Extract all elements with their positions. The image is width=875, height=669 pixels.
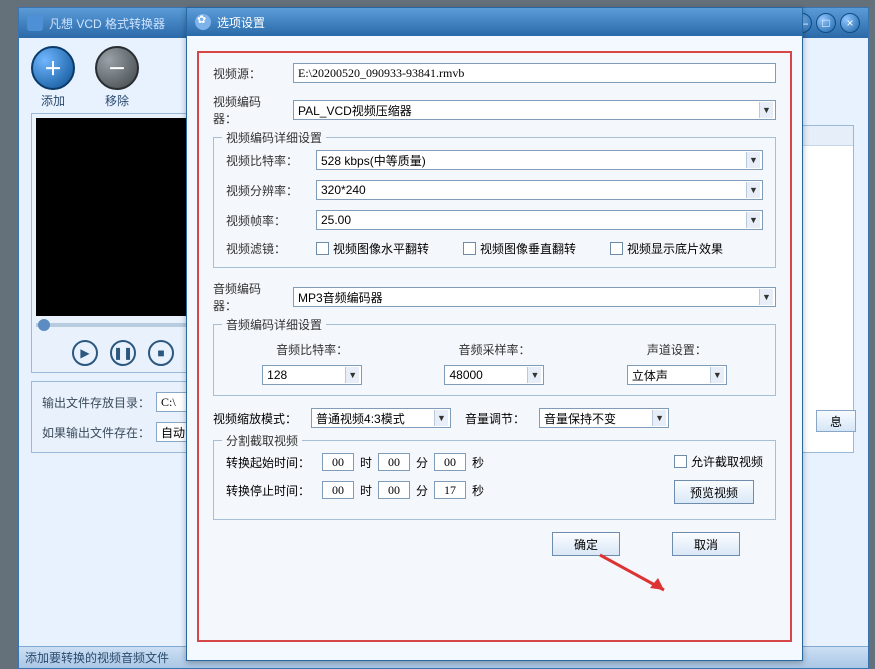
output-dir-label: 输出文件存放目录： bbox=[42, 394, 150, 411]
plus-icon: ＋ bbox=[44, 55, 62, 81]
audio-detail-fieldset: 音频编码详细设置 音频比特率： 128▼ 音频采样率： 48000▼ 声道设置：… bbox=[213, 324, 776, 396]
video-preview bbox=[36, 118, 210, 316]
start-time-label: 转换起始时间： bbox=[226, 454, 316, 471]
vflip-checkbox[interactable]: 视频图像垂直翻转 bbox=[463, 240, 576, 257]
volume-label: 音量调节： bbox=[465, 410, 525, 427]
annotation-arrow-icon bbox=[590, 550, 680, 600]
scale-label: 视频缩放模式： bbox=[213, 410, 297, 427]
abitrate-label: 音频比特率： bbox=[226, 341, 398, 358]
chevron-down-icon: ▼ bbox=[759, 289, 773, 305]
status-text: 添加要转换的视频音频文件 bbox=[25, 649, 169, 666]
negative-checkbox[interactable]: 视频显示底片效果 bbox=[610, 240, 723, 257]
vbitrate-combo[interactable]: 528 kbps(中等质量)▼ bbox=[316, 150, 763, 170]
dialog-content: 视频源： 视频编码器： PAL_VCD视频压缩器 ▼ 视频编码详细设置 视频比特… bbox=[197, 51, 792, 642]
stop-button[interactable]: ■ bbox=[148, 340, 174, 366]
seek-slider[interactable] bbox=[36, 316, 210, 334]
achannel-label: 声道设置： bbox=[591, 341, 763, 358]
audio-detail-legend: 音频编码详细设置 bbox=[222, 316, 326, 333]
start-h-input[interactable] bbox=[322, 453, 354, 471]
main-title: 凡想 VCD 格式转换器 bbox=[49, 15, 165, 32]
vfps-label: 视频帧率： bbox=[226, 212, 306, 229]
output-exist-label: 如果输出文件存在： bbox=[42, 424, 150, 441]
close-button[interactable]: × bbox=[840, 13, 860, 33]
minus-icon: － bbox=[108, 55, 126, 81]
vresolution-label: 视频分辨率： bbox=[226, 182, 306, 199]
stop-m-input[interactable] bbox=[378, 481, 410, 499]
achannel-combo[interactable]: 立体声▼ bbox=[627, 365, 727, 385]
chevron-down-icon: ▼ bbox=[527, 367, 541, 383]
cut-legend: 分割截取视频 bbox=[222, 432, 302, 449]
maximize-button[interactable]: □ bbox=[816, 13, 836, 33]
cancel-button[interactable]: 取消 bbox=[672, 532, 740, 556]
dialog-title: 选项设置 bbox=[217, 14, 265, 31]
aencoder-combo[interactable]: MP3音频编码器▼ bbox=[293, 287, 776, 307]
vencoder-label: 视频编码器： bbox=[213, 93, 283, 127]
add-label: 添加 bbox=[41, 92, 65, 109]
start-m-input[interactable] bbox=[378, 453, 410, 471]
start-s-input[interactable] bbox=[434, 453, 466, 471]
ok-button[interactable]: 确定 bbox=[552, 532, 620, 556]
chevron-down-icon: ▼ bbox=[746, 152, 760, 168]
vbitrate-label: 视频比特率： bbox=[226, 152, 306, 169]
chevron-down-icon: ▼ bbox=[710, 367, 724, 383]
source-label: 视频源： bbox=[213, 65, 283, 82]
options-dialog: 选项设置 视频源： 视频编码器： PAL_VCD视频压缩器 ▼ 视频编码详细设置… bbox=[186, 7, 803, 661]
abitrate-combo[interactable]: 128▼ bbox=[262, 365, 362, 385]
chevron-down-icon: ▼ bbox=[652, 410, 666, 426]
video-detail-fieldset: 视频编码详细设置 视频比特率： 528 kbps(中等质量)▼ 视频分辨率： 3… bbox=[213, 137, 776, 268]
asamplerate-label: 音频采样率： bbox=[408, 341, 580, 358]
source-input[interactable] bbox=[293, 63, 776, 83]
stop-s-input[interactable] bbox=[434, 481, 466, 499]
app-icon bbox=[27, 15, 43, 31]
video-detail-legend: 视频编码详细设置 bbox=[222, 129, 326, 146]
info-button[interactable]: 息 bbox=[816, 410, 856, 432]
vfps-combo[interactable]: 25.00▼ bbox=[316, 210, 763, 230]
pause-button[interactable]: ❚❚ bbox=[110, 340, 136, 366]
add-button[interactable]: ＋ 添加 bbox=[31, 46, 75, 109]
gear-icon bbox=[195, 14, 211, 30]
chevron-down-icon: ▼ bbox=[746, 182, 760, 198]
chevron-down-icon: ▼ bbox=[746, 212, 760, 228]
cut-fieldset: 分割截取视频 转换起始时间： 时 分 秒 转换停止时间： bbox=[213, 440, 776, 520]
remove-button[interactable]: － 移除 bbox=[95, 46, 139, 109]
vencoder-combo[interactable]: PAL_VCD视频压缩器 ▼ bbox=[293, 100, 776, 120]
play-button[interactable]: ▶ bbox=[72, 340, 98, 366]
vresolution-combo[interactable]: 320*240▼ bbox=[316, 180, 763, 200]
volume-combo[interactable]: 音量保持不变▼ bbox=[539, 408, 669, 428]
vencoder-value: PAL_VCD视频压缩器 bbox=[298, 102, 412, 119]
chevron-down-icon: ▼ bbox=[345, 367, 359, 383]
aencoder-label: 音频编码器： bbox=[213, 280, 283, 314]
chevron-down-icon: ▼ bbox=[434, 410, 448, 426]
remove-label: 移除 bbox=[105, 92, 129, 109]
asamplerate-combo[interactable]: 48000▼ bbox=[444, 365, 544, 385]
vfilter-label: 视频滤镜： bbox=[226, 240, 306, 257]
preview-video-button[interactable]: 预览视频 bbox=[674, 480, 754, 504]
dialog-titlebar: 选项设置 bbox=[187, 8, 802, 36]
scale-combo[interactable]: 普通视频4:3模式▼ bbox=[311, 408, 451, 428]
hflip-checkbox[interactable]: 视频图像水平翻转 bbox=[316, 240, 429, 257]
stop-h-input[interactable] bbox=[322, 481, 354, 499]
allow-cut-checkbox[interactable]: 允许截取视频 bbox=[674, 453, 763, 470]
chevron-down-icon: ▼ bbox=[759, 102, 773, 118]
stop-time-label: 转换停止时间： bbox=[226, 482, 316, 499]
